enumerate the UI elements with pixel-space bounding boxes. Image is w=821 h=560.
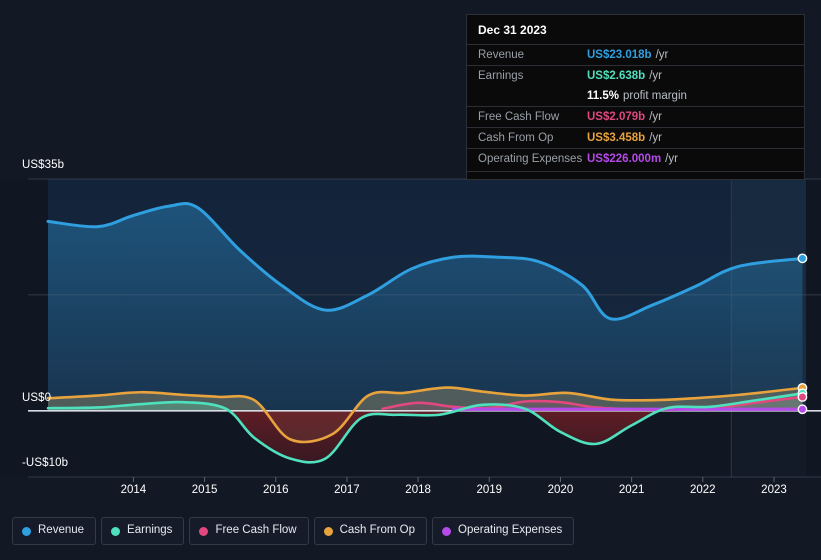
tooltip-row-unit: profit margin (622, 90, 687, 102)
tooltip-row-unit: /yr (649, 70, 662, 82)
data-tooltip: Dec 31 2023 Revenue US$23.018b/yr Earnings… (466, 14, 805, 180)
legend-item-label: Operating Expenses (458, 524, 563, 537)
legend-color-dot-icon (442, 526, 452, 536)
tooltip-row-value: US$3.458b (587, 132, 646, 144)
tooltip-date: Dec 31 2023 (478, 23, 547, 37)
x-axis-labels: 2014 2015 2016 2017 2018 2019 2020 2021 2022 2023 (0, 484, 821, 500)
tooltip-row-unit: /yr (649, 132, 662, 144)
tooltip-footer-rule (467, 171, 804, 175)
tooltip-row-value-wrap: US$2.079b/yr (587, 111, 662, 123)
tooltip-row-value: US$23.018b (587, 49, 652, 61)
tooltip-row: Free Cash Flow US$2.079b/yr (467, 106, 804, 127)
tooltip-row-unit: /yr (649, 111, 662, 123)
legend-item-revenue[interactable]: Revenue (12, 517, 97, 545)
legend-item-label: Revenue (38, 524, 85, 537)
tooltip-row-label: Earnings (478, 70, 524, 82)
tooltip-row: Revenue US$23.018b/yr (467, 44, 804, 65)
x-axis-tick-label: 2017 (334, 484, 360, 496)
tooltip-row-value: US$226.000m (587, 153, 662, 165)
legend-item-cash-from-op[interactable]: Cash From Op (313, 517, 428, 545)
tooltip-row: Earnings US$2.638b/yr (467, 65, 804, 86)
x-axis-tick-label: 2016 (262, 484, 289, 496)
tooltip-row-value-wrap: 11.5% profit margin (587, 90, 687, 102)
legend-color-dot-icon (111, 526, 121, 536)
y-axis-label-top: US$35b (22, 159, 65, 171)
x-axis-tick-label: 2014 (120, 484, 147, 496)
tooltip-row-unit: /yr (665, 153, 678, 165)
legend-color-dot-icon (199, 526, 209, 536)
tooltip-row-value-wrap: US$2.638b/yr (587, 70, 662, 82)
legend-item-label: Free Cash Flow (215, 524, 297, 537)
y-axis-label-bottom: -US$10b (22, 457, 69, 469)
tooltip-row: 11.5% profit margin (467, 86, 804, 106)
x-axis-tick-label: 2022 (690, 484, 716, 496)
legend-item-earnings[interactable]: Earnings (101, 517, 185, 545)
x-axis-tick-label: 2018 (405, 484, 431, 496)
tooltip-row-label: Revenue (478, 49, 525, 61)
chart-legend[interactable]: Revenue Earnings Free Cash Flow Cash From O… (12, 517, 575, 545)
legend-color-dot-icon (22, 526, 31, 536)
tooltip-row-label: Operating Expenses (478, 153, 583, 165)
tooltip-row-value-wrap: US$226.000m/yr (587, 153, 678, 165)
tooltip-row-value-wrap: US$23.018b/yr (587, 49, 668, 61)
legend-item-free-cash-flow[interactable]: Free Cash Flow (189, 517, 309, 545)
chart-page: US$35b US$0 -US$10b 2014 2015 2016 2017 2018… (0, 0, 821, 560)
tooltip-row-label: Free Cash Flow (478, 111, 560, 123)
tooltip-row-unit: /yr (655, 49, 669, 61)
legend-item-label: Earnings (127, 524, 173, 537)
x-axis-tick-label: 2023 (761, 484, 787, 496)
tooltip-row: Cash From Op US$3.458b/yr (467, 127, 804, 148)
x-axis-tick-label: 2015 (191, 484, 218, 496)
x-axis-tick-label: 2021 (618, 484, 645, 496)
tooltip-rows: Revenue US$23.018b/yr Earnings US$2.638b/yr… (467, 44, 804, 169)
tooltip-row-value: 11.5% (587, 90, 619, 102)
tooltip-row-value: US$2.638b (587, 70, 646, 82)
legend-item-operating-expenses[interactable]: Operating Expenses (432, 517, 575, 545)
tooltip-row: Operating Expenses US$226.000m/yr (467, 148, 804, 169)
tooltip-row-value: US$2.079b (587, 111, 646, 123)
y-axis-label-zero: US$0 (22, 392, 52, 404)
legend-item-label: Cash From Op (339, 524, 416, 537)
x-axis-tick-label: 2019 (476, 484, 503, 496)
legend-color-dot-icon (323, 526, 333, 536)
tooltip-row-label: Cash From Op (478, 132, 554, 144)
x-axis-tick-label: 2020 (547, 484, 574, 496)
tooltip-row-value-wrap: US$3.458b/yr (587, 132, 662, 144)
